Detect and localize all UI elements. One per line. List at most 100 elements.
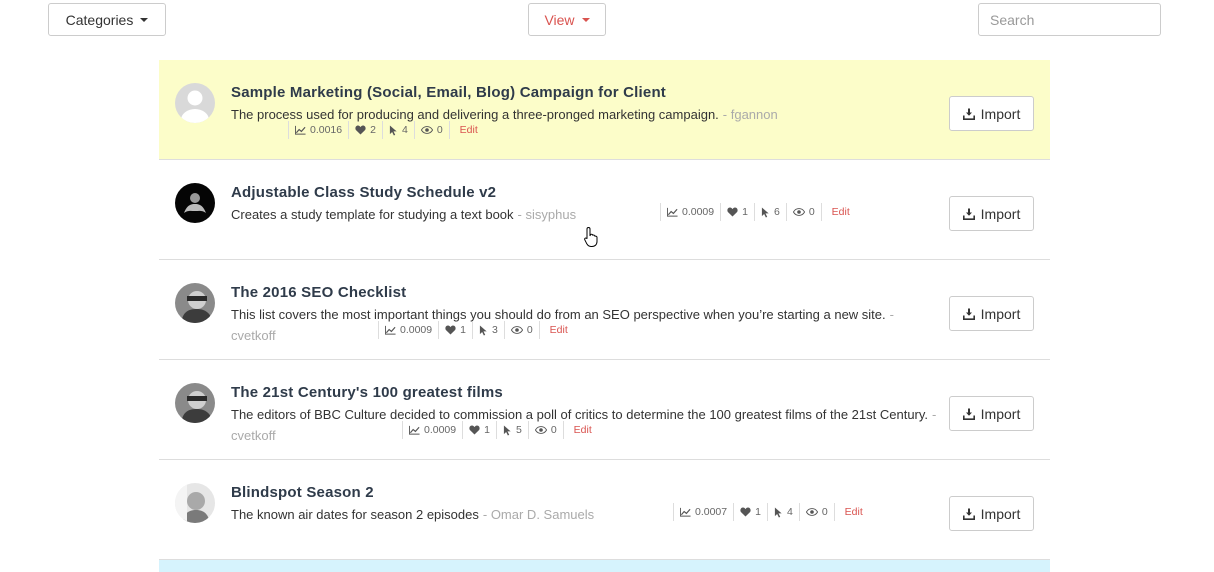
pointer-icon	[761, 207, 770, 218]
views-stat: 0	[800, 503, 835, 521]
eye-icon	[535, 426, 547, 434]
likes-stat: 1	[721, 203, 755, 221]
toolbar: Categories View	[0, 0, 1214, 40]
chart-icon	[295, 125, 306, 135]
import-label: Import	[980, 305, 1021, 322]
clicks-stat: 4	[768, 503, 800, 521]
score-stat: 0.0009	[378, 321, 440, 339]
list-item: Blindspot Season 2 The known air dates f…	[159, 460, 1050, 560]
clicks-stat: 6	[755, 203, 787, 221]
description-text: Creates a study template for studying a …	[231, 207, 514, 222]
item-title[interactable]: The 2016 SEO Checklist	[231, 284, 406, 301]
description-text: This list covers the most important thin…	[231, 307, 886, 322]
views-stat: 0	[529, 421, 564, 439]
author-link[interactable]: - sisyphus	[518, 207, 577, 222]
import-icon	[963, 108, 975, 120]
item-stats: 0.0016 2 4 0 Edit	[288, 121, 478, 139]
score-value: 0.0009	[400, 324, 433, 336]
categories-label: Categories	[65, 11, 134, 28]
pointer-icon	[503, 425, 512, 436]
score-stat: 0.0009	[402, 421, 464, 439]
clicks-stat: 5	[497, 421, 529, 439]
score-value: 0.0007	[695, 506, 728, 518]
avatar	[175, 183, 215, 223]
import-icon	[963, 408, 975, 420]
import-button[interactable]: Import	[949, 96, 1034, 131]
edit-link[interactable]: Edit	[564, 424, 592, 436]
likes-value: 1	[755, 506, 761, 518]
author-link[interactable]: - Omar D. Samuels	[483, 507, 594, 522]
description-text: The known air dates for season 2 episode…	[231, 507, 479, 522]
categories-dropdown[interactable]: Categories	[48, 3, 166, 36]
item-title[interactable]: Blindspot Season 2	[231, 484, 374, 501]
score-value: 0.0016	[310, 124, 343, 136]
import-icon	[963, 308, 975, 320]
eye-icon	[806, 508, 818, 516]
caret-down-icon	[581, 17, 590, 22]
edit-link[interactable]: Edit	[822, 206, 850, 218]
clicks-stat: 4	[383, 121, 415, 139]
view-dropdown[interactable]: View	[528, 3, 606, 36]
views-value: 0	[526, 324, 533, 336]
likes-value: 2	[370, 124, 376, 136]
import-button[interactable]: Import	[949, 496, 1034, 531]
import-button[interactable]: Import	[949, 296, 1034, 331]
views-stat: 0	[415, 121, 450, 139]
likes-stat: 1	[734, 503, 768, 521]
edit-link[interactable]: Edit	[450, 124, 478, 136]
pointer-icon	[479, 325, 488, 336]
chart-icon	[409, 425, 420, 435]
edit-link[interactable]: Edit	[540, 324, 568, 336]
edit-link[interactable]: Edit	[835, 506, 863, 518]
import-button[interactable]: Import	[949, 196, 1034, 231]
author-link[interactable]: - fgannon	[723, 107, 778, 122]
template-list: Sample Marketing (Social, Email, Blog) C…	[159, 60, 1050, 560]
score-stat: 0.0009	[660, 203, 722, 221]
likes-stat: 2	[349, 121, 383, 139]
clicks-value: 4	[401, 124, 408, 136]
score-value: 0.0009	[682, 206, 715, 218]
score-stat: 0.0007	[673, 503, 735, 521]
caret-down-icon	[140, 17, 149, 22]
likes-stat: 1	[463, 421, 497, 439]
import-button[interactable]: Import	[949, 396, 1034, 431]
chart-icon	[680, 507, 691, 517]
item-description: This list covers the most important thin…	[231, 304, 921, 346]
score-stat: 0.0016	[288, 121, 350, 139]
item-title[interactable]: The 21st Century's 100 greatest films	[231, 384, 503, 401]
import-label: Import	[980, 205, 1021, 222]
item-title[interactable]: Adjustable Class Study Schedule v2	[231, 184, 496, 201]
search-input[interactable]	[978, 3, 1161, 36]
heart-icon	[727, 207, 738, 217]
clicks-value: 5	[515, 424, 522, 436]
heart-icon	[445, 325, 456, 335]
views-stat: 0	[505, 321, 540, 339]
avatar	[175, 383, 215, 423]
eye-icon	[793, 208, 805, 216]
item-stats: 0.0009 1 6 0 Edit	[660, 203, 850, 221]
likes-value: 1	[742, 206, 748, 218]
pointer-icon	[774, 507, 783, 518]
heart-icon	[740, 507, 751, 517]
avatar	[175, 83, 215, 123]
eye-icon	[421, 126, 433, 134]
clicks-value: 4	[786, 506, 793, 518]
list-item: Adjustable Class Study Schedule v2 Creat…	[159, 160, 1050, 260]
import-icon	[963, 508, 975, 520]
clicks-stat: 3	[473, 321, 505, 339]
import-icon	[963, 208, 975, 220]
eye-icon	[511, 326, 523, 334]
likes-value: 1	[460, 324, 466, 336]
pointer-icon	[389, 125, 398, 136]
views-value: 0	[550, 424, 557, 436]
views-value: 0	[821, 506, 828, 518]
list-item: Sample Marketing (Social, Email, Blog) C…	[159, 60, 1050, 160]
import-label: Import	[980, 105, 1021, 122]
item-stats: 0.0009 1 3 0 Edit	[378, 321, 568, 339]
item-title[interactable]: Sample Marketing (Social, Email, Blog) C…	[231, 84, 666, 101]
heart-icon	[355, 125, 366, 135]
views-value: 0	[436, 124, 443, 136]
chart-icon	[667, 207, 678, 217]
chart-icon	[385, 325, 396, 335]
import-label: Import	[980, 405, 1021, 422]
